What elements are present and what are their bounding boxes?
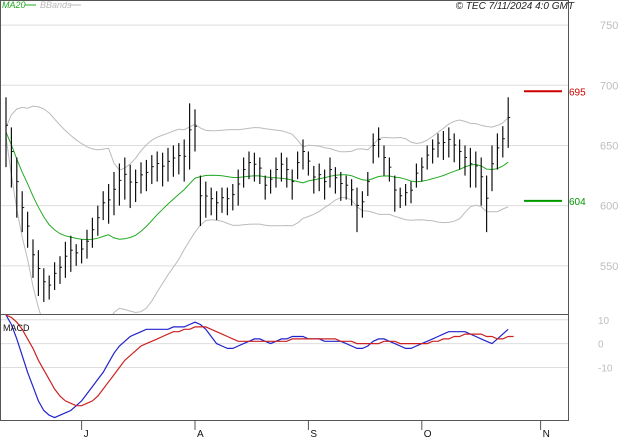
legend-ma20: MA20 <box>2 0 26 10</box>
x-tick-label: J <box>84 429 89 440</box>
price-panel-frame <box>0 0 569 315</box>
copyright-text: © TEC 7/11/2024 4:0 GMT <box>456 1 575 12</box>
macd-title: MACD <box>3 323 30 333</box>
price-axis: 550 600 650 700 750 <box>600 20 618 273</box>
price-tick-label: 550 <box>600 261 618 273</box>
x-tick-label: O <box>424 429 432 440</box>
macd-tick-label: 0 <box>598 340 604 351</box>
support-level-label: 604 <box>569 197 586 208</box>
x-tick-label: S <box>310 429 317 440</box>
price-panel: 695 604 550 600 650 700 750 <box>0 0 618 343</box>
chart-canvas: 695 604 550 600 650 700 750 10 0 -10 MACD J A S O N… <box>0 0 618 440</box>
macd-axis: 10 0 -10 <box>598 316 613 375</box>
x-tick-label: N <box>543 429 550 440</box>
legend-bbands: BBands <box>40 0 72 10</box>
price-tick-label: 750 <box>600 20 618 32</box>
x-axis: JASON <box>81 420 550 440</box>
resistance-level-label: 695 <box>569 87 586 98</box>
macd-tick-label: 10 <box>598 316 610 327</box>
price-tick-label: 700 <box>600 80 618 92</box>
macd-panel: 10 0 -10 MACD <box>0 314 613 421</box>
macd-tick-label: -10 <box>598 364 613 375</box>
price-tick-label: 650 <box>600 140 618 152</box>
x-tick-label: A <box>197 429 204 440</box>
price-tick-label: 600 <box>600 201 618 213</box>
